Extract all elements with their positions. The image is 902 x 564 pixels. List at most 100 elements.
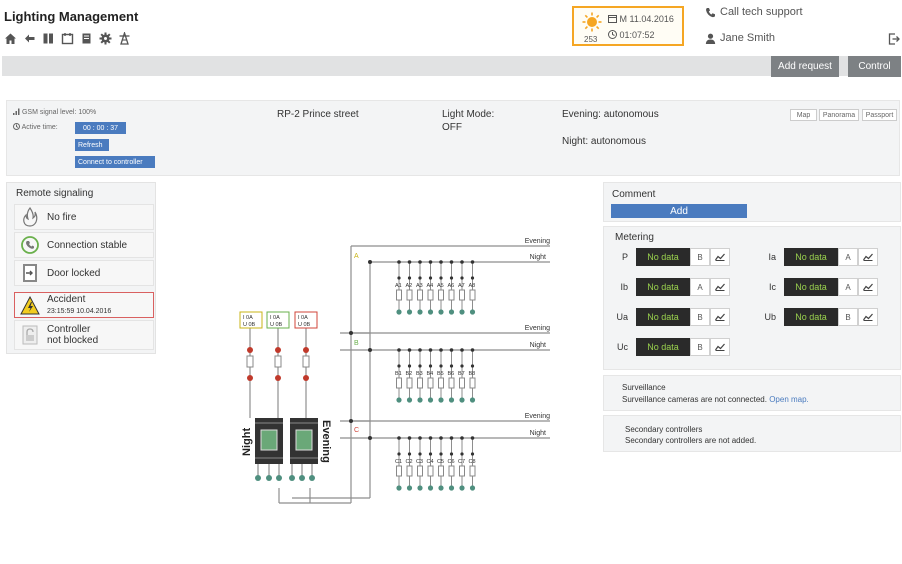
lamp-c7[interactable]: C7	[458, 436, 465, 491]
bus-label-evening-b: Evening	[525, 325, 550, 332]
lamp-b3[interactable]: B3	[416, 348, 423, 403]
door-icon	[19, 262, 41, 284]
phase-button[interactable]: A	[690, 278, 710, 296]
lamp-a1[interactable]: A1	[395, 260, 402, 315]
evening-mode: Evening: autonomous	[562, 109, 659, 120]
metering-row: Ua No data B	[612, 308, 730, 326]
phase-button[interactable]: B	[838, 308, 858, 326]
breaker-c[interactable]: I 0A U 0B	[294, 311, 318, 329]
gear-icon[interactable]	[99, 32, 112, 45]
metering-value: No data	[636, 278, 690, 296]
lamp-a8[interactable]: A8	[469, 260, 476, 315]
connect-controller-button[interactable]: Connect to controller	[75, 156, 155, 168]
chart-icon[interactable]	[858, 248, 878, 266]
lamp-c4[interactable]: C4	[427, 436, 434, 491]
lamp-c3[interactable]: C3	[416, 436, 423, 491]
lamp-b5[interactable]: B5	[437, 348, 444, 403]
lamp-a7[interactable]: A7	[458, 260, 465, 315]
svg-text:U 0B: U 0B	[298, 322, 311, 328]
metering-value: No data	[784, 308, 838, 326]
lamp-a2[interactable]: A2	[406, 260, 413, 315]
refresh-button[interactable]: Refresh	[75, 139, 109, 151]
add-comment-button[interactable]: Add	[611, 204, 747, 218]
breaker-a[interactable]: I 0A U 0B	[239, 311, 263, 329]
chart-icon[interactable]	[710, 278, 730, 296]
metering-label: Ub	[764, 312, 776, 322]
bus-label-night-c: Night	[530, 430, 546, 437]
lamp-label: C4	[427, 459, 434, 465]
lamp-groups: A1 A2 A3 A4 A5 A6 A7 A8 B1 B2 B3 B4 B5 B6 B7 B8 C1 C2 C3 C4…	[395, 260, 476, 491]
lamp-a3[interactable]: A3	[416, 260, 423, 315]
lamp-c1[interactable]: C1	[395, 436, 402, 491]
chart-icon[interactable]	[858, 308, 878, 326]
svg-text:I 0A: I 0A	[270, 315, 280, 321]
phase-button[interactable]: B	[690, 308, 710, 326]
lamp-a6[interactable]: A6	[448, 260, 455, 315]
user-icon	[705, 33, 716, 44]
phase-button[interactable]: B	[690, 248, 710, 266]
metering-value: No data	[636, 308, 690, 326]
control-button[interactable]: Control	[848, 56, 901, 77]
bus-label-evening-c: Evening	[525, 413, 550, 420]
phase-button[interactable]: A	[838, 248, 858, 266]
contactor-evening[interactable]	[290, 418, 318, 464]
lamp-b8[interactable]: B8	[469, 348, 476, 403]
signal-accident: Accident 23:15:59 10.04.2016	[14, 292, 154, 318]
call-support-link[interactable]: Call tech support	[705, 6, 803, 18]
lamp-label: C8	[469, 459, 476, 465]
tab-panorama[interactable]: Panorama	[819, 109, 859, 121]
metering-value: No data	[784, 248, 838, 266]
chart-icon[interactable]	[710, 248, 730, 266]
phase-button[interactable]: A	[838, 278, 858, 296]
secondary-title: Secondary controllers	[625, 425, 703, 434]
lamp-label: B4	[427, 371, 434, 377]
breaker-b[interactable]: I 0A U 0B	[266, 311, 290, 329]
metering-row: Ub No data B	[760, 308, 878, 326]
lamp-a4[interactable]: A4	[427, 260, 434, 315]
book-icon[interactable]	[42, 32, 55, 45]
metering-row: Ic No data A	[760, 278, 878, 296]
home-icon[interactable]	[4, 32, 17, 45]
lamp-b4[interactable]: B4	[427, 348, 434, 403]
lamp-label: A5	[437, 283, 444, 289]
tab-passport[interactable]: Passport	[862, 109, 897, 121]
open-map-link[interactable]: Open map.	[769, 395, 809, 404]
lamp-label: B5	[437, 371, 444, 377]
lamp-b7[interactable]: B7	[458, 348, 465, 403]
phase-button[interactable]: B	[690, 338, 710, 356]
lamp-a5[interactable]: A5	[437, 260, 444, 315]
lamp-c5[interactable]: C5	[437, 436, 444, 491]
svg-text:U 0B: U 0B	[270, 322, 283, 328]
add-request-button[interactable]: Add request	[771, 56, 839, 77]
lamp-b6[interactable]: B6	[448, 348, 455, 403]
user-menu[interactable]: Jane Smith	[705, 32, 775, 44]
surveillance-text: Surveillance cameras are not connected. …	[622, 395, 809, 404]
surveillance-title: Surveillance	[622, 383, 666, 392]
tab-map[interactable]: Map	[790, 109, 817, 121]
lamp-b2[interactable]: B2	[406, 348, 413, 403]
chart-icon[interactable]	[710, 308, 730, 326]
signal-fire: No fire	[14, 204, 154, 230]
tower-icon[interactable]	[118, 32, 131, 45]
lamp-c8[interactable]: C8	[469, 436, 476, 491]
metering-row: Ia No data A	[760, 248, 878, 266]
action-bar	[2, 56, 900, 76]
contactor-night[interactable]	[255, 418, 283, 464]
document-icon[interactable]	[80, 32, 93, 45]
secondary-text: Secondary controllers are not added.	[625, 436, 757, 445]
calendar-icon[interactable]	[61, 32, 74, 45]
phone-icon	[706, 7, 715, 17]
lamp-b1[interactable]: B1	[395, 348, 402, 403]
lamp-c2[interactable]: C2	[406, 436, 413, 491]
logout-icon[interactable]	[888, 32, 900, 50]
chart-icon[interactable]	[710, 338, 730, 356]
sun-icon	[582, 12, 602, 37]
metering-label: Ic	[768, 282, 776, 292]
chart-icon[interactable]	[858, 278, 878, 296]
metering-title: Metering	[615, 232, 654, 243]
phase-label-c: C	[354, 427, 359, 434]
back-icon[interactable]	[23, 32, 36, 45]
lamp-label: A3	[416, 283, 423, 289]
time-value: 01:07:52	[619, 30, 655, 40]
lamp-c6[interactable]: C6	[448, 436, 455, 491]
